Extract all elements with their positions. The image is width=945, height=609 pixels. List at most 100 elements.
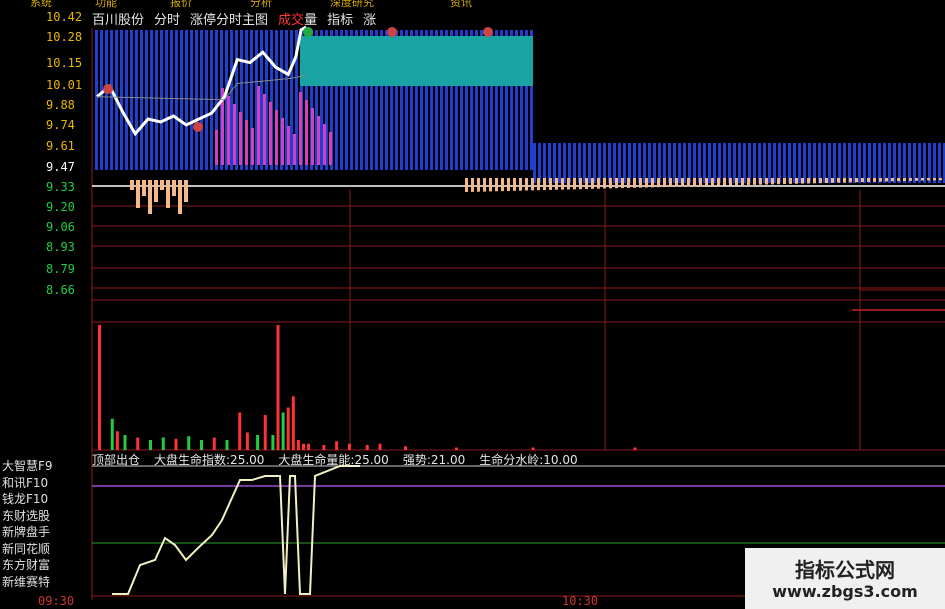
volume-bar: [404, 446, 407, 450]
cyan-band: [300, 36, 533, 86]
band-bar: [100, 30, 103, 170]
band-bar: [588, 143, 591, 183]
band-bar: [698, 143, 701, 183]
peach-bar: [903, 178, 906, 182]
band-bar: [553, 143, 556, 183]
peach-bar: [699, 178, 702, 187]
band-bar: [623, 143, 626, 183]
price-tick: 8.93: [46, 240, 75, 254]
volume-bar: [296, 440, 300, 450]
side-menu-item[interactable]: 和讯F10: [0, 475, 92, 492]
price-tick: 9.61: [46, 139, 75, 153]
extra-label: 涨: [363, 12, 377, 28]
band-bar: [888, 143, 891, 183]
band-bar: [95, 30, 98, 170]
peach-bar: [615, 178, 618, 189]
band-bar: [205, 30, 208, 170]
volume-bar: [136, 437, 140, 450]
band-bar: [713, 143, 716, 183]
band-bar: [868, 143, 871, 183]
volume-bar: [256, 435, 260, 450]
band-bar: [733, 143, 736, 183]
side-menu-item[interactable]: 钱龙F10: [0, 491, 92, 508]
peach-bar: [142, 180, 146, 196]
band-bar: [155, 30, 158, 170]
watermark-url: www.zbgs3.com: [772, 582, 918, 601]
side-menu-item[interactable]: 新同花顺: [0, 541, 92, 558]
peach-bar: [549, 178, 552, 190]
side-menu-item[interactable]: 东财选股: [0, 508, 92, 525]
band-bar: [170, 30, 173, 170]
watermark: 指标公式网 www.zbgs3.com: [745, 548, 945, 609]
side-menu-item[interactable]: 东方财富: [0, 557, 92, 574]
indicator-name[interactable]: 顶部出仓: [92, 451, 140, 467]
peach-bar: [651, 178, 654, 188]
peach-bar: [160, 180, 164, 190]
side-menu-item[interactable]: 大智慧F9: [0, 458, 92, 475]
peach-bar: [585, 178, 588, 189]
peach-bar: [831, 178, 834, 183]
peach-bar: [909, 178, 912, 181]
magenta-bar: [299, 92, 302, 165]
band-bar: [195, 30, 198, 170]
magenta-bar: [251, 128, 254, 165]
peach-bar: [819, 178, 822, 184]
band-bar: [543, 143, 546, 183]
main-chart-label[interactable]: 涨停分时主图: [190, 9, 268, 28]
band-bar: [753, 143, 756, 183]
price-tick: 10.28: [46, 30, 83, 44]
band-bar: [843, 143, 846, 183]
peach-bar: [166, 180, 170, 208]
band-bar: [648, 143, 651, 183]
band-bar: [643, 143, 646, 183]
peach-bar: [759, 178, 762, 185]
band-bar: [933, 143, 936, 183]
band-bar: [673, 143, 676, 183]
band-bar: [828, 143, 831, 183]
peach-bar: [172, 180, 176, 196]
mode-label[interactable]: 分时: [154, 9, 180, 28]
band-bar: [548, 143, 551, 183]
price-tick: 8.66: [46, 283, 75, 297]
intraday-chart[interactable]: [0, 0, 945, 609]
volume-label[interactable]: 成交: [278, 13, 304, 28]
peach-bar: [591, 178, 594, 189]
side-menu-item[interactable]: 新牌盘手: [0, 524, 92, 541]
band-bar: [558, 143, 561, 183]
peach-bar: [154, 180, 158, 202]
peach-bar: [537, 178, 540, 191]
volume-bar: [238, 412, 242, 450]
band-bar: [663, 143, 666, 183]
peach-bar: [813, 178, 816, 184]
peach-bar: [843, 178, 846, 183]
volume-bar: [378, 443, 382, 450]
peach-bar: [753, 178, 756, 185]
volume-bar: [187, 436, 191, 450]
band-bar: [908, 143, 911, 183]
peach-bar: [639, 178, 642, 188]
peach-bar: [669, 178, 672, 187]
peach-bar: [765, 178, 768, 185]
band-bar: [145, 30, 148, 170]
magenta-bar: [281, 118, 284, 165]
band-bar: [873, 143, 876, 183]
band-bar: [683, 143, 686, 183]
peach-bar: [657, 178, 660, 188]
peach-bar: [693, 178, 696, 187]
indicator-value: 生命分水岭:10.00: [479, 453, 578, 467]
peach-bar: [597, 178, 600, 189]
band-bar: [688, 143, 691, 183]
peach-bar: [801, 178, 804, 184]
stock-name[interactable]: 百川股份: [92, 9, 144, 28]
side-menu-item[interactable]: 新维赛特: [0, 574, 92, 591]
band-bar: [210, 30, 213, 170]
band-bar: [743, 143, 746, 183]
band-bar: [105, 30, 108, 170]
magenta-bar: [317, 116, 320, 165]
volume-bar: [322, 445, 326, 450]
indicator-label[interactable]: 指标: [327, 9, 353, 28]
volume-bar: [347, 443, 351, 450]
peach-bar: [561, 178, 564, 190]
peach-bar: [471, 178, 474, 192]
peach-bar: [837, 178, 840, 183]
